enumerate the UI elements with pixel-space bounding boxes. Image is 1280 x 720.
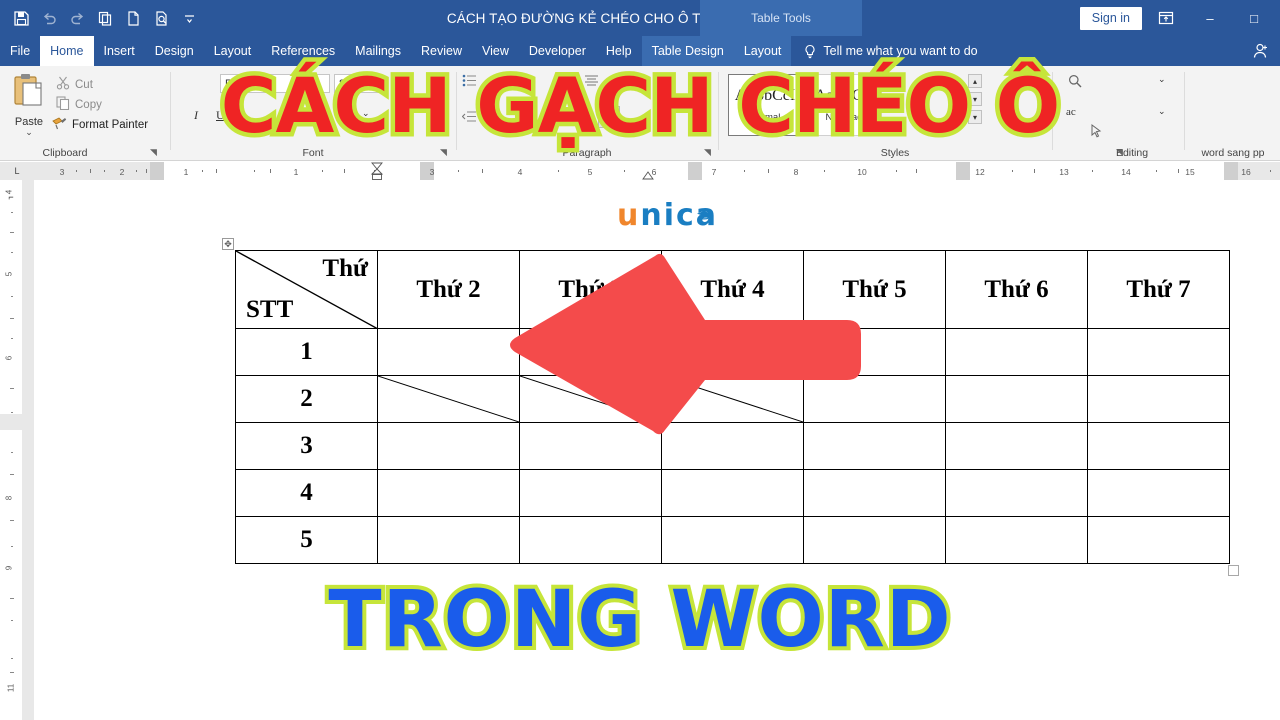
table-cell[interactable] xyxy=(803,516,946,564)
table-move-handle[interactable]: ✥ xyxy=(222,238,234,250)
left-pointing-arrow xyxy=(505,248,865,443)
title-bar-right-controls: Sign in – □ xyxy=(1079,0,1274,36)
quick-access-toolbar xyxy=(0,5,202,31)
sign-in-button[interactable]: Sign in xyxy=(1079,6,1142,30)
undo-icon[interactable] xyxy=(36,5,62,31)
ruler-v-tick: 9 xyxy=(4,565,14,571)
table-cell[interactable] xyxy=(945,422,1088,470)
copy-icon[interactable] xyxy=(92,5,118,31)
ruler-v-tick: 5 xyxy=(4,271,14,277)
tab-stop-type-icon[interactable]: ⌐ xyxy=(4,190,18,204)
table-cell[interactable] xyxy=(803,469,946,517)
table-cell[interactable] xyxy=(1087,422,1230,470)
new-document-icon[interactable] xyxy=(120,5,146,31)
print-preview-icon[interactable] xyxy=(148,5,174,31)
unica-logo: unica xyxy=(617,198,718,233)
table-cell[interactable] xyxy=(1087,328,1230,376)
ruler-tick: 2 xyxy=(119,167,125,177)
table-cell[interactable] xyxy=(661,516,804,564)
table-cell[interactable] xyxy=(519,469,662,517)
table-row: 5 xyxy=(235,516,1230,564)
table-cell[interactable] xyxy=(377,328,520,376)
first-line-indent-marker[interactable] xyxy=(370,162,384,182)
table-cell[interactable] xyxy=(377,469,520,517)
table-cell[interactable] xyxy=(1087,469,1230,517)
save-icon[interactable] xyxy=(8,5,34,31)
customize-qat-icon[interactable] xyxy=(176,5,202,31)
ribbon-display-options-icon[interactable] xyxy=(1146,3,1186,33)
overlay-headline-top: CÁCH GẠCH CHÉO Ô xyxy=(216,57,1064,155)
tell-me-placeholder: Tell me what you want to do xyxy=(823,44,978,58)
table-header-cell[interactable]: Thứ 2 xyxy=(377,250,520,329)
table-cell[interactable] xyxy=(1087,516,1230,564)
table-cell[interactable] xyxy=(945,516,1088,564)
table-row: 4 xyxy=(235,469,1230,517)
table-stt-cell[interactable]: 3 xyxy=(235,422,378,470)
diagonal-line-icon xyxy=(378,376,519,422)
ruler-tick: 14 xyxy=(1121,167,1131,177)
ruler-v-tick: 8 xyxy=(4,495,14,501)
ruler-tick: 1 xyxy=(183,167,189,177)
ruler-ticks: 3 2 1 1 3 4 5 6 7 8 10 12 13 14 15 16 xyxy=(34,162,1280,180)
table-cell[interactable] xyxy=(377,375,520,423)
horizontal-ruler[interactable]: 3 2 1 1 3 4 5 6 7 8 10 12 13 14 15 16 xyxy=(34,162,1280,180)
table-stt-cell[interactable]: 2 xyxy=(235,375,378,423)
table-cell[interactable] xyxy=(945,469,1088,517)
ruler-tick: 8 xyxy=(793,167,799,177)
corner-cell-top-label: Thứ xyxy=(322,255,368,282)
ruler-tick: 1 xyxy=(293,167,299,177)
lightbulb-icon xyxy=(803,44,817,59)
maximize-button[interactable]: □ xyxy=(1234,3,1274,33)
table-corner-cell[interactable]: Thứ STT xyxy=(235,250,378,329)
ruler-tick: 13 xyxy=(1059,167,1069,177)
ruler-v-text-area xyxy=(0,180,22,414)
table-header-cell[interactable]: Thứ 7 xyxy=(1087,250,1230,329)
table-cell[interactable] xyxy=(945,328,1088,376)
graduation-cap-icon xyxy=(696,194,712,229)
overlay-headline-bottom: TRONG WORD xyxy=(324,571,954,669)
table-cell[interactable] xyxy=(1087,375,1230,423)
ruler-tick: 5 xyxy=(587,167,593,177)
ruler-tick: 15 xyxy=(1185,167,1195,177)
table-cell[interactable] xyxy=(377,422,520,470)
contextual-tools-label: Table Tools xyxy=(700,0,862,36)
redo-icon[interactable] xyxy=(64,5,90,31)
table-header-cell[interactable]: Thứ 6 xyxy=(945,250,1088,329)
minimize-button[interactable]: – xyxy=(1190,3,1230,33)
ruler-tick: 7 xyxy=(711,167,717,177)
ruler-v-tick: 6 xyxy=(4,355,14,361)
tab-stop-selector[interactable]: L xyxy=(0,162,34,180)
unica-logo-u: u xyxy=(617,198,641,233)
table-stt-cell[interactable]: 4 xyxy=(235,469,378,517)
table-cell[interactable] xyxy=(377,516,520,564)
title-bar: CÁCH TẠO ĐƯỜNG KẺ CHÉO CHO Ô TRONG WORD … xyxy=(0,0,1280,36)
table-stt-cell[interactable]: 1 xyxy=(235,328,378,376)
table-stt-cell[interactable]: 5 xyxy=(235,516,378,564)
ruler-tick: 4 xyxy=(517,167,523,177)
ruler-tick: 12 xyxy=(975,167,985,177)
ruler-tick: 10 xyxy=(857,167,867,177)
table-cell[interactable] xyxy=(519,516,662,564)
ruler-v-tick: 11 xyxy=(6,683,16,693)
ruler-tick: 3 xyxy=(59,167,65,177)
table-cell[interactable] xyxy=(945,375,1088,423)
corner-cell-bottom-label: STT xyxy=(246,296,294,323)
table-cell[interactable] xyxy=(661,469,804,517)
ruler-tick: 3 xyxy=(429,167,435,177)
ruler-tick: 16 xyxy=(1241,167,1251,177)
